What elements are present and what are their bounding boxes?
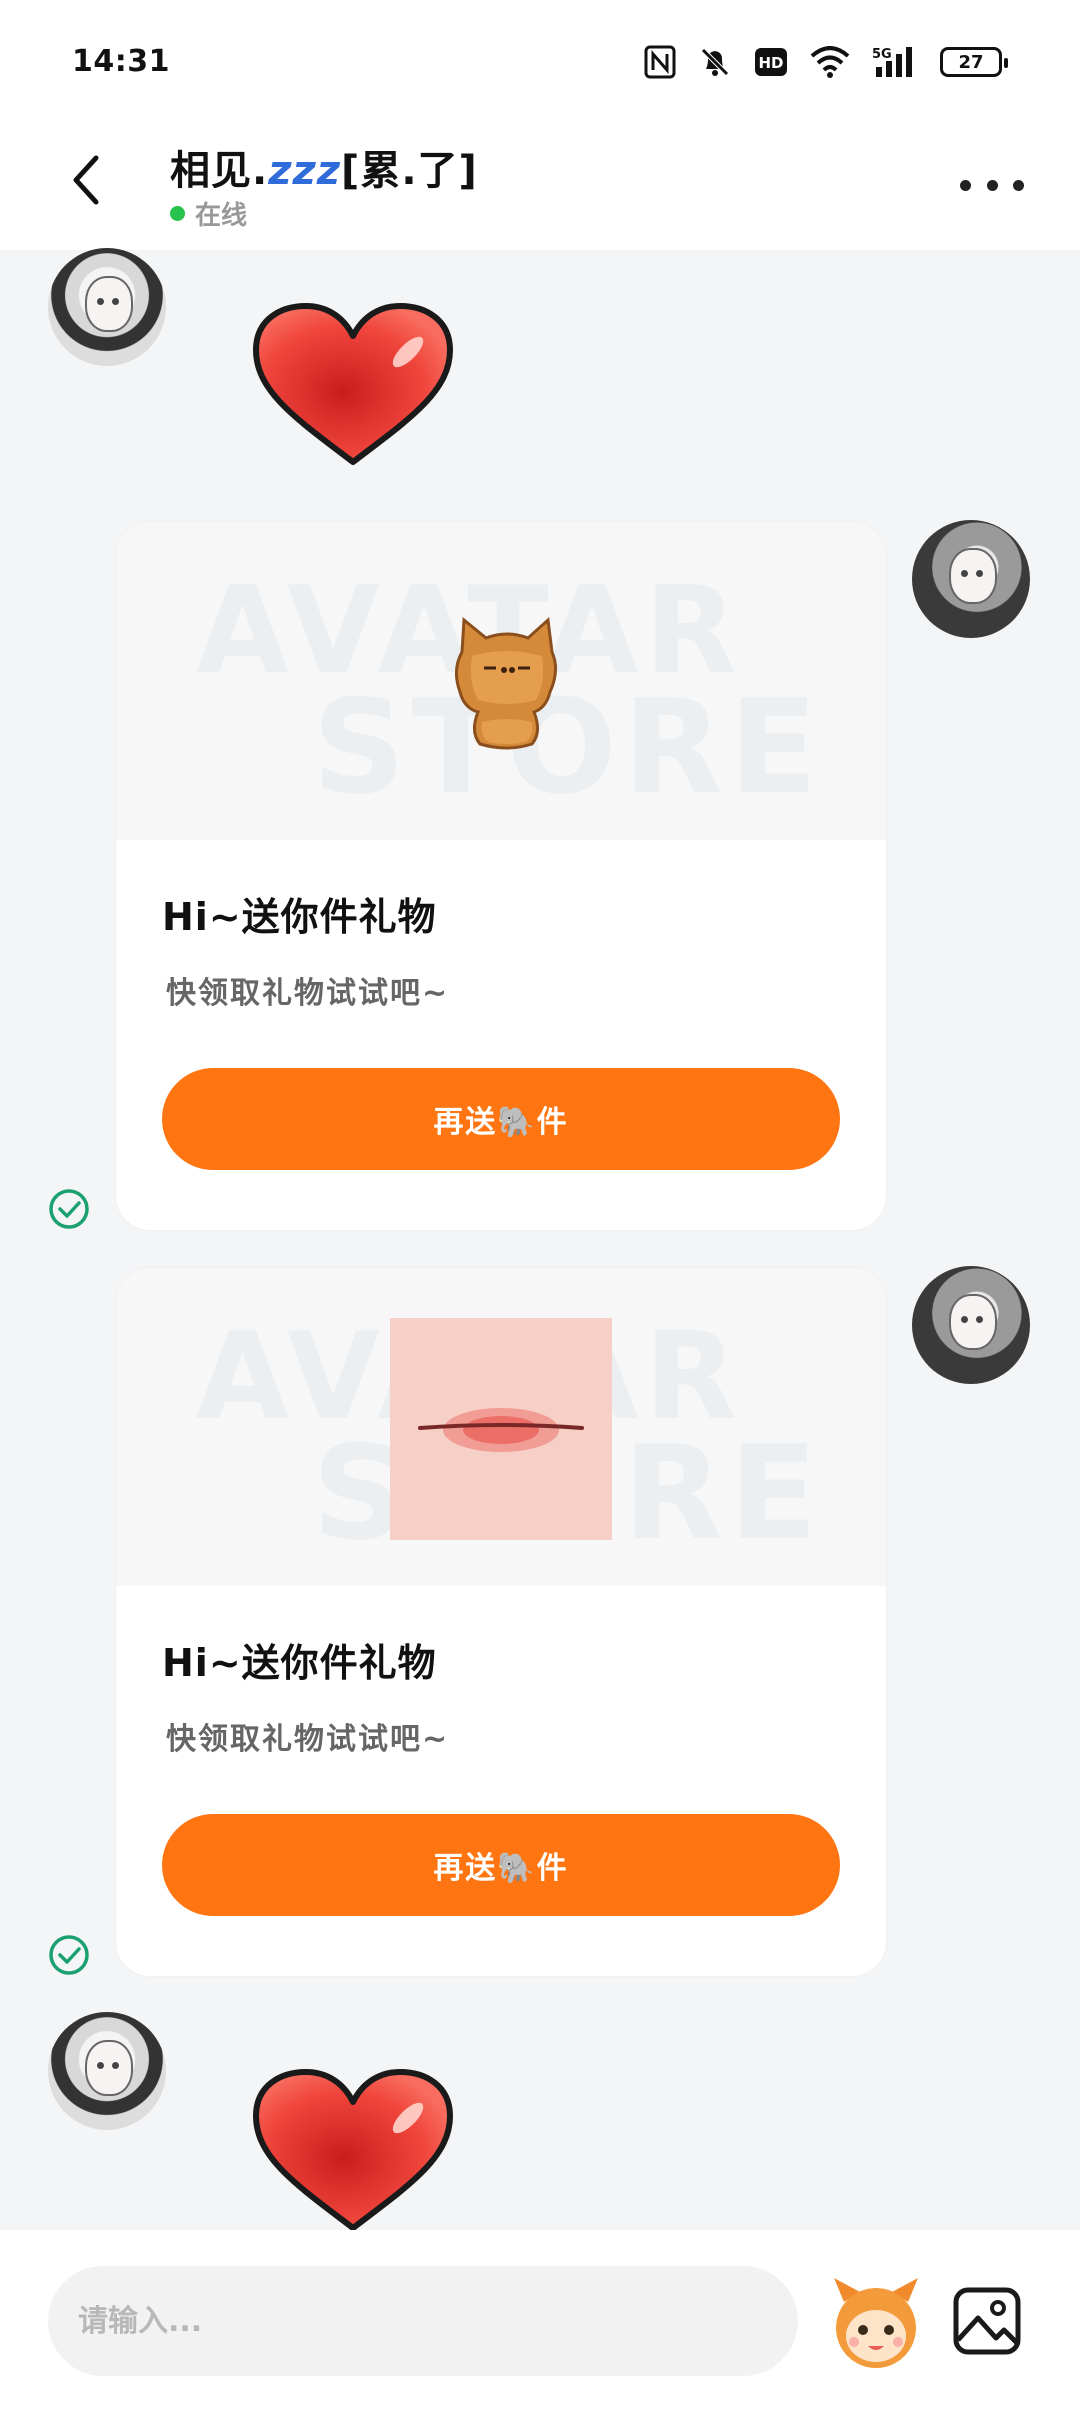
- image-picker-icon[interactable]: [952, 2286, 1022, 2356]
- lips-gift-icon: [390, 1318, 612, 1540]
- gift-title: Hi~送你件礼物: [162, 1641, 437, 1685]
- cellular-signal-icon: 5G: [872, 45, 918, 79]
- wifi-icon: [810, 46, 850, 78]
- gift-banner: AVATAR STORE: [116, 522, 886, 840]
- more-dot-icon: [960, 179, 971, 191]
- mascot-emoji-button[interactable]: [826, 2272, 926, 2372]
- my-avatar[interactable]: [912, 520, 1030, 638]
- contact-name[interactable]: 相见.zzz[累.了]: [170, 138, 478, 196]
- more-dot-icon: [986, 179, 998, 191]
- contact-name-text: 相见.: [170, 148, 269, 194]
- avatar-eye: [97, 298, 104, 305]
- contact-avatar[interactable]: [48, 248, 166, 366]
- sent-check-icon: [49, 1189, 89, 1229]
- input-bar: [0, 2230, 1080, 2412]
- avatar-face: [85, 2040, 133, 2096]
- avatar-eye: [961, 570, 968, 577]
- back-button[interactable]: [56, 150, 116, 210]
- chat-header: 相见.zzz[累.了] 在线: [0, 120, 1080, 250]
- gift-card[interactable]: AVATAR STORE Hi~送你件礼物 快领取礼物试试吧~ 再送🐘件: [116, 1268, 886, 1976]
- online-status-text: 在线: [195, 201, 248, 231]
- contact-avatar[interactable]: [48, 2012, 166, 2130]
- avatar-eye: [976, 1316, 983, 1323]
- message-input[interactable]: [48, 2266, 798, 2376]
- avatar-eye: [97, 2062, 104, 2069]
- gift-title: Hi~送你件礼物: [162, 895, 437, 939]
- heart-icon[interactable]: [248, 2066, 458, 2236]
- avatar-eye: [976, 570, 983, 577]
- gift-subtitle: 快领取礼物试试吧~: [166, 976, 450, 1011]
- heart-icon[interactable]: [248, 300, 458, 470]
- sleeping-zzz: zzz: [268, 148, 342, 194]
- avatar-face: [949, 1294, 997, 1350]
- cookie-cat-gift-icon: [455, 616, 557, 750]
- online-dot-icon: [170, 206, 185, 221]
- avatar-face: [949, 548, 997, 604]
- nfc-icon: [644, 45, 676, 79]
- contact-name-suffix: [累.了]: [341, 148, 478, 194]
- hd-icon: HD: [754, 47, 788, 77]
- send-another-gift-button[interactable]: 再送🐘件: [162, 1814, 840, 1916]
- battery-indicator: 27: [940, 47, 1008, 77]
- status-bar: 14:31 HD 5G 27: [0, 0, 1080, 120]
- my-avatar[interactable]: [912, 1266, 1030, 1384]
- more-dot-icon: [1013, 179, 1024, 191]
- gift-subtitle: 快领取礼物试试吧~: [166, 1722, 450, 1757]
- hd-text: HD: [758, 54, 783, 72]
- avatar-eye: [112, 298, 119, 305]
- gift-card[interactable]: AVATAR STORE Hi~送你件礼物 快领取礼物试试吧~ 再送🐘件: [116, 522, 886, 1230]
- mute-bell-icon: [698, 45, 732, 79]
- gift-banner: AVATAR STORE: [116, 1268, 886, 1586]
- avatar-face: [85, 276, 133, 332]
- online-status: 在线: [170, 195, 247, 232]
- avatar-eye: [112, 2062, 119, 2069]
- status-time: 14:31: [72, 44, 170, 79]
- more-options-button[interactable]: [960, 165, 1024, 205]
- sent-check-icon: [49, 1935, 89, 1975]
- chevron-left-icon: [73, 155, 99, 205]
- status-icons: HD 5G 27: [644, 40, 1008, 84]
- send-another-gift-button[interactable]: 再送🐘件: [162, 1068, 840, 1170]
- network-text: 5G: [872, 47, 892, 62]
- avatar-eye: [961, 1316, 968, 1323]
